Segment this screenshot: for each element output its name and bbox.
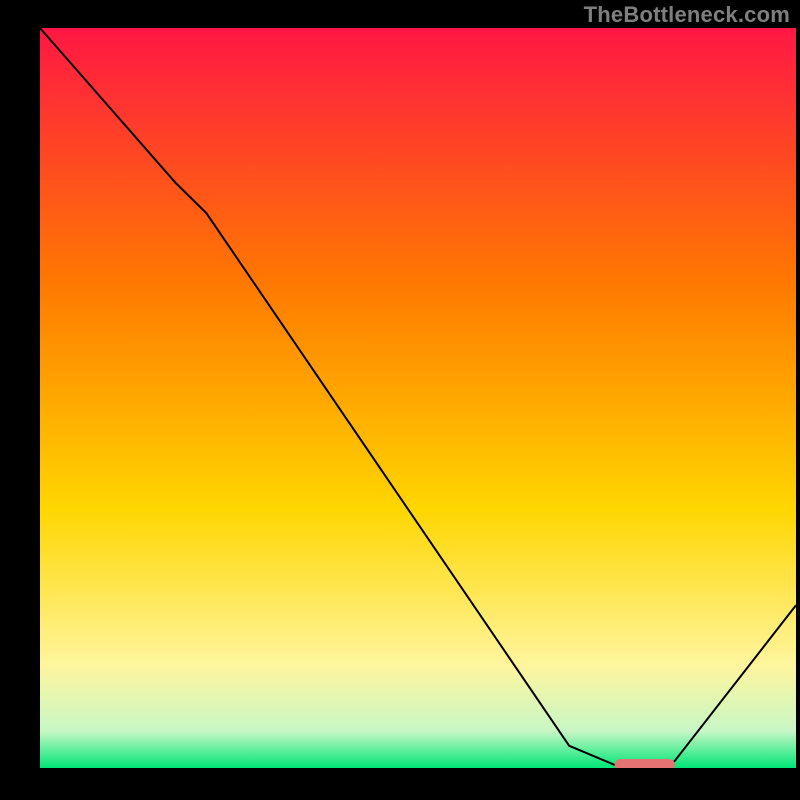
plot-area [40,28,796,768]
chart-svg [40,28,796,768]
chart-container: TheBottleneck.com [0,0,800,800]
attribution-text: TheBottleneck.com [584,2,790,28]
background-gradient [40,28,796,768]
optimal-range-marker [615,759,676,768]
